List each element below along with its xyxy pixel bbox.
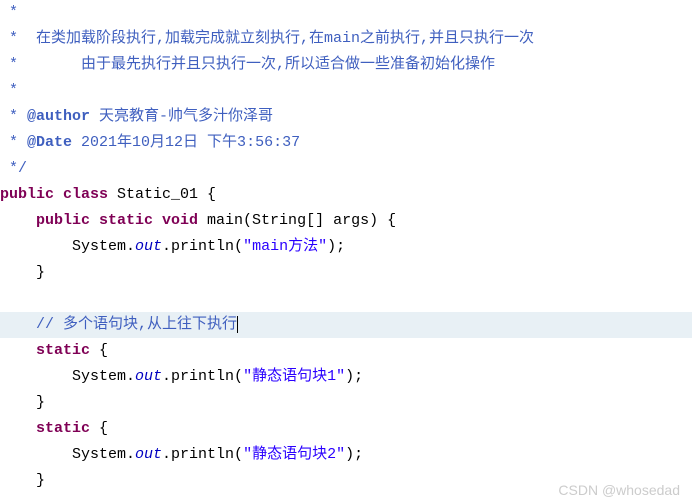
token-keyword: static: [36, 342, 90, 359]
token-method: System.: [72, 368, 135, 385]
token-static-italic: out: [135, 446, 162, 463]
code-line[interactable]: }: [0, 260, 692, 286]
token-method: }: [36, 264, 45, 281]
token-method: {: [90, 420, 108, 437]
token-method: {: [90, 342, 108, 359]
code-line[interactable]: // 多个语句块,从上往下执行: [0, 312, 692, 338]
token-comment: 天亮教育-帅气多汁你泽哥: [90, 108, 273, 125]
token-static-italic: out: [135, 238, 162, 255]
code-line[interactable]: */: [0, 156, 692, 182]
token-comment: */: [9, 160, 27, 177]
token-comment: 2021年10月12日 下午3:56:37: [72, 134, 300, 151]
code-line[interactable]: static {: [0, 338, 692, 364]
token-method: }: [36, 394, 45, 411]
code-area[interactable]: * * 在类加载阶段执行,加载完成就立刻执行,在main之前执行,并且只执行一次…: [0, 0, 692, 504]
code-line[interactable]: [0, 286, 692, 312]
code-line[interactable]: * @Date 2021年10月12日 下午3:56:37: [0, 130, 692, 156]
token-method: .println(: [162, 446, 243, 463]
code-line[interactable]: System.out.println("静态语句块2");: [0, 442, 692, 468]
token-comment: *: [9, 134, 27, 151]
token-method: );: [327, 238, 345, 255]
token-comment: *: [9, 108, 27, 125]
token-string: "main方法": [243, 238, 327, 255]
token-comment: // 多个语句块,从上往下执行: [36, 316, 237, 333]
token-tag: @author: [27, 108, 90, 125]
code-line[interactable]: * 在类加载阶段执行,加载完成就立刻执行,在main之前执行,并且只执行一次: [0, 26, 692, 52]
token-method: );: [345, 368, 363, 385]
token-type: Static_01 {: [108, 186, 216, 203]
token-method: .println(: [162, 368, 243, 385]
token-method: System.: [72, 238, 135, 255]
code-line[interactable]: System.out.println("静态语句块1");: [0, 364, 692, 390]
code-line[interactable]: * 由于最先执行并且只执行一次,所以适合做一些准备初始化操作: [0, 52, 692, 78]
token-string: "静态语句块1": [243, 368, 345, 385]
token-comment: * 由于最先执行并且只执行一次,所以适合做一些准备初始化操作: [9, 56, 495, 73]
token-method: System.: [72, 446, 135, 463]
token-method: main(String[] args) {: [198, 212, 396, 229]
code-line[interactable]: * @author 天亮教育-帅气多汁你泽哥: [0, 104, 692, 130]
text-cursor: [237, 316, 238, 333]
token-keyword: static: [36, 420, 90, 437]
token-keyword: public class: [0, 186, 108, 203]
token-string: "静态语句块2": [243, 446, 345, 463]
token-tag: @Date: [27, 134, 72, 151]
token-static-italic: out: [135, 368, 162, 385]
code-line[interactable]: *: [0, 78, 692, 104]
code-line[interactable]: System.out.println("main方法");: [0, 234, 692, 260]
code-editor: * * 在类加载阶段执行,加载完成就立刻执行,在main之前执行,并且只执行一次…: [0, 0, 692, 504]
token-method: }: [36, 472, 45, 489]
token-method: );: [345, 446, 363, 463]
token-comment: *: [9, 82, 18, 99]
code-line[interactable]: public static void main(String[] args) {: [0, 208, 692, 234]
code-line[interactable]: public class Static_01 {: [0, 182, 692, 208]
token-comment: * 在类加载阶段执行,加载完成就立刻执行,在main之前执行,并且只执行一次: [9, 30, 534, 47]
token-comment: *: [9, 4, 18, 21]
token-keyword: public static void: [36, 212, 198, 229]
watermark: CSDN @whosedad: [558, 482, 680, 498]
code-line[interactable]: static {: [0, 416, 692, 442]
code-line[interactable]: *: [0, 0, 692, 26]
code-line[interactable]: }: [0, 390, 692, 416]
token-method: .println(: [162, 238, 243, 255]
